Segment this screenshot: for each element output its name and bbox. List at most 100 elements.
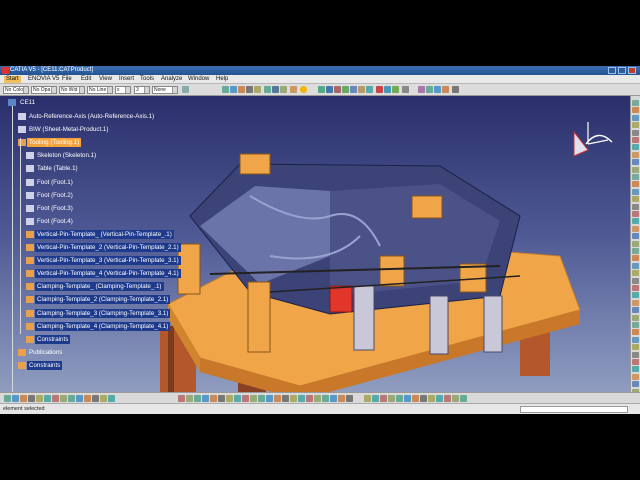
view-tool-icon[interactable] [314, 395, 321, 402]
toolbar-icon[interactable] [366, 86, 373, 93]
tool-icon[interactable] [632, 188, 639, 195]
view-tool-icon[interactable] [330, 395, 337, 402]
tool-icon[interactable] [632, 299, 639, 306]
tool-icon[interactable] [632, 307, 639, 314]
view-tool-icon[interactable] [404, 395, 411, 402]
menu-file[interactable]: File [60, 76, 74, 83]
view-tool-icon[interactable] [322, 395, 329, 402]
toolbar-icon[interactable] [290, 86, 297, 93]
toolbar-icon[interactable] [254, 86, 261, 93]
tool-icon[interactable] [632, 233, 639, 240]
toolbar-icon[interactable] [272, 86, 279, 93]
toolbar-icon[interactable] [402, 86, 409, 93]
tool-icon[interactable] [632, 159, 639, 166]
command-input[interactable] [520, 406, 628, 413]
view-tool-icon[interactable] [290, 395, 297, 402]
view-tool-icon[interactable] [108, 395, 115, 402]
view-tool-icon[interactable] [44, 395, 51, 402]
tool-icon[interactable] [632, 366, 639, 373]
toolbar-icon[interactable] [246, 86, 253, 93]
view-tool-icon[interactable] [298, 395, 305, 402]
view-tool-icon[interactable] [100, 395, 107, 402]
toolbar-icon[interactable] [230, 86, 237, 93]
compass-icon[interactable] [566, 114, 616, 164]
clamping-template[interactable] [483, 295, 503, 353]
tool-icon[interactable] [632, 285, 639, 291]
view-tool-icon[interactable] [460, 395, 467, 402]
view-tool-icon[interactable] [346, 395, 353, 402]
view-tool-icon[interactable] [194, 395, 201, 402]
menu-edit[interactable]: Edit [79, 76, 93, 83]
tool-icon[interactable] [632, 351, 639, 358]
menu-tools[interactable]: Tools [138, 76, 156, 83]
close-button[interactable] [628, 67, 636, 74]
tool-icon[interactable] [632, 137, 639, 143]
view-tool-icon[interactable] [52, 395, 59, 402]
tool-icon[interactable] [632, 270, 639, 277]
view-tool-icon[interactable] [266, 395, 273, 402]
tool-icon[interactable] [632, 144, 639, 151]
tool-icon[interactable] [632, 203, 639, 210]
toolbar-icon[interactable] [376, 86, 383, 93]
view-tool-icon[interactable] [178, 395, 185, 402]
toolbar-icon[interactable] [222, 86, 229, 93]
clamp-block[interactable] [239, 153, 271, 175]
clamping-template[interactable] [353, 285, 375, 351]
menu-enovia[interactable]: ENOVIA V5 [26, 76, 61, 83]
view-tool-icon[interactable] [420, 395, 427, 402]
menu-analyze[interactable]: Analyze [159, 76, 184, 83]
view-tool-icon[interactable] [338, 395, 345, 402]
view-tool-icon[interactable] [234, 395, 241, 402]
tool-icon[interactable] [632, 240, 639, 247]
toolbar-icon[interactable] [238, 86, 245, 93]
view-tool-icon[interactable] [274, 395, 281, 402]
view-tool-icon[interactable] [226, 395, 233, 402]
view-tool-icon[interactable] [242, 395, 249, 402]
maximize-button[interactable] [618, 67, 626, 74]
tool-icon[interactable] [632, 248, 639, 254]
view-tool-icon[interactable] [444, 395, 451, 402]
tool-icon[interactable] [632, 122, 639, 129]
vertical-pin-template[interactable] [247, 281, 271, 353]
view-tool-icon[interactable] [218, 395, 225, 402]
view-tool-icon[interactable] [84, 395, 91, 402]
toolbar-icon[interactable] [318, 86, 325, 93]
menu-help[interactable]: Help [214, 76, 230, 83]
toolbar-icon[interactable] [442, 86, 449, 93]
view-tool-icon[interactable] [20, 395, 27, 402]
painter-icon[interactable] [182, 86, 189, 93]
view-tool-icon[interactable] [364, 395, 371, 402]
view-tool-icon[interactable] [12, 395, 19, 402]
tool-icon[interactable] [632, 225, 639, 232]
tool-icon[interactable] [632, 336, 639, 343]
tool-icon[interactable] [632, 255, 639, 262]
view-tool-icon[interactable] [92, 395, 99, 402]
menu-view[interactable]: View [97, 76, 114, 83]
line-type-combo[interactable]: No Line [87, 86, 113, 94]
toolbar-icon[interactable] [280, 86, 287, 93]
view-tool-icon[interactable] [436, 395, 443, 402]
tool-icon[interactable] [632, 151, 639, 158]
toolbar-icon[interactable] [452, 86, 459, 93]
view-tool-icon[interactable] [210, 395, 217, 402]
tool-icon[interactable] [632, 262, 639, 269]
toolbar-icon[interactable] [418, 86, 425, 93]
line-width-combo[interactable]: No Wid [59, 86, 85, 94]
tool-icon[interactable] [632, 277, 639, 284]
tool-icon[interactable] [632, 181, 639, 188]
clamp-red-block[interactable] [329, 285, 353, 313]
layer-number-combo[interactable]: 3 [134, 86, 150, 94]
clamp-block[interactable] [411, 195, 443, 219]
clamping-template[interactable] [429, 295, 449, 355]
toolbar-icon[interactable] [342, 86, 349, 93]
toolbar-icon[interactable] [392, 86, 399, 93]
view-tool-icon[interactable] [282, 395, 289, 402]
tool-icon[interactable] [632, 344, 639, 351]
tool-icon[interactable] [632, 129, 639, 136]
view-tool-icon[interactable] [60, 395, 67, 402]
toolbar-icon[interactable] [426, 86, 433, 93]
tool-icon[interactable] [632, 100, 639, 106]
tool-icon[interactable] [632, 114, 639, 121]
toolbar-icon[interactable] [434, 86, 441, 93]
view-tool-icon[interactable] [306, 395, 313, 402]
